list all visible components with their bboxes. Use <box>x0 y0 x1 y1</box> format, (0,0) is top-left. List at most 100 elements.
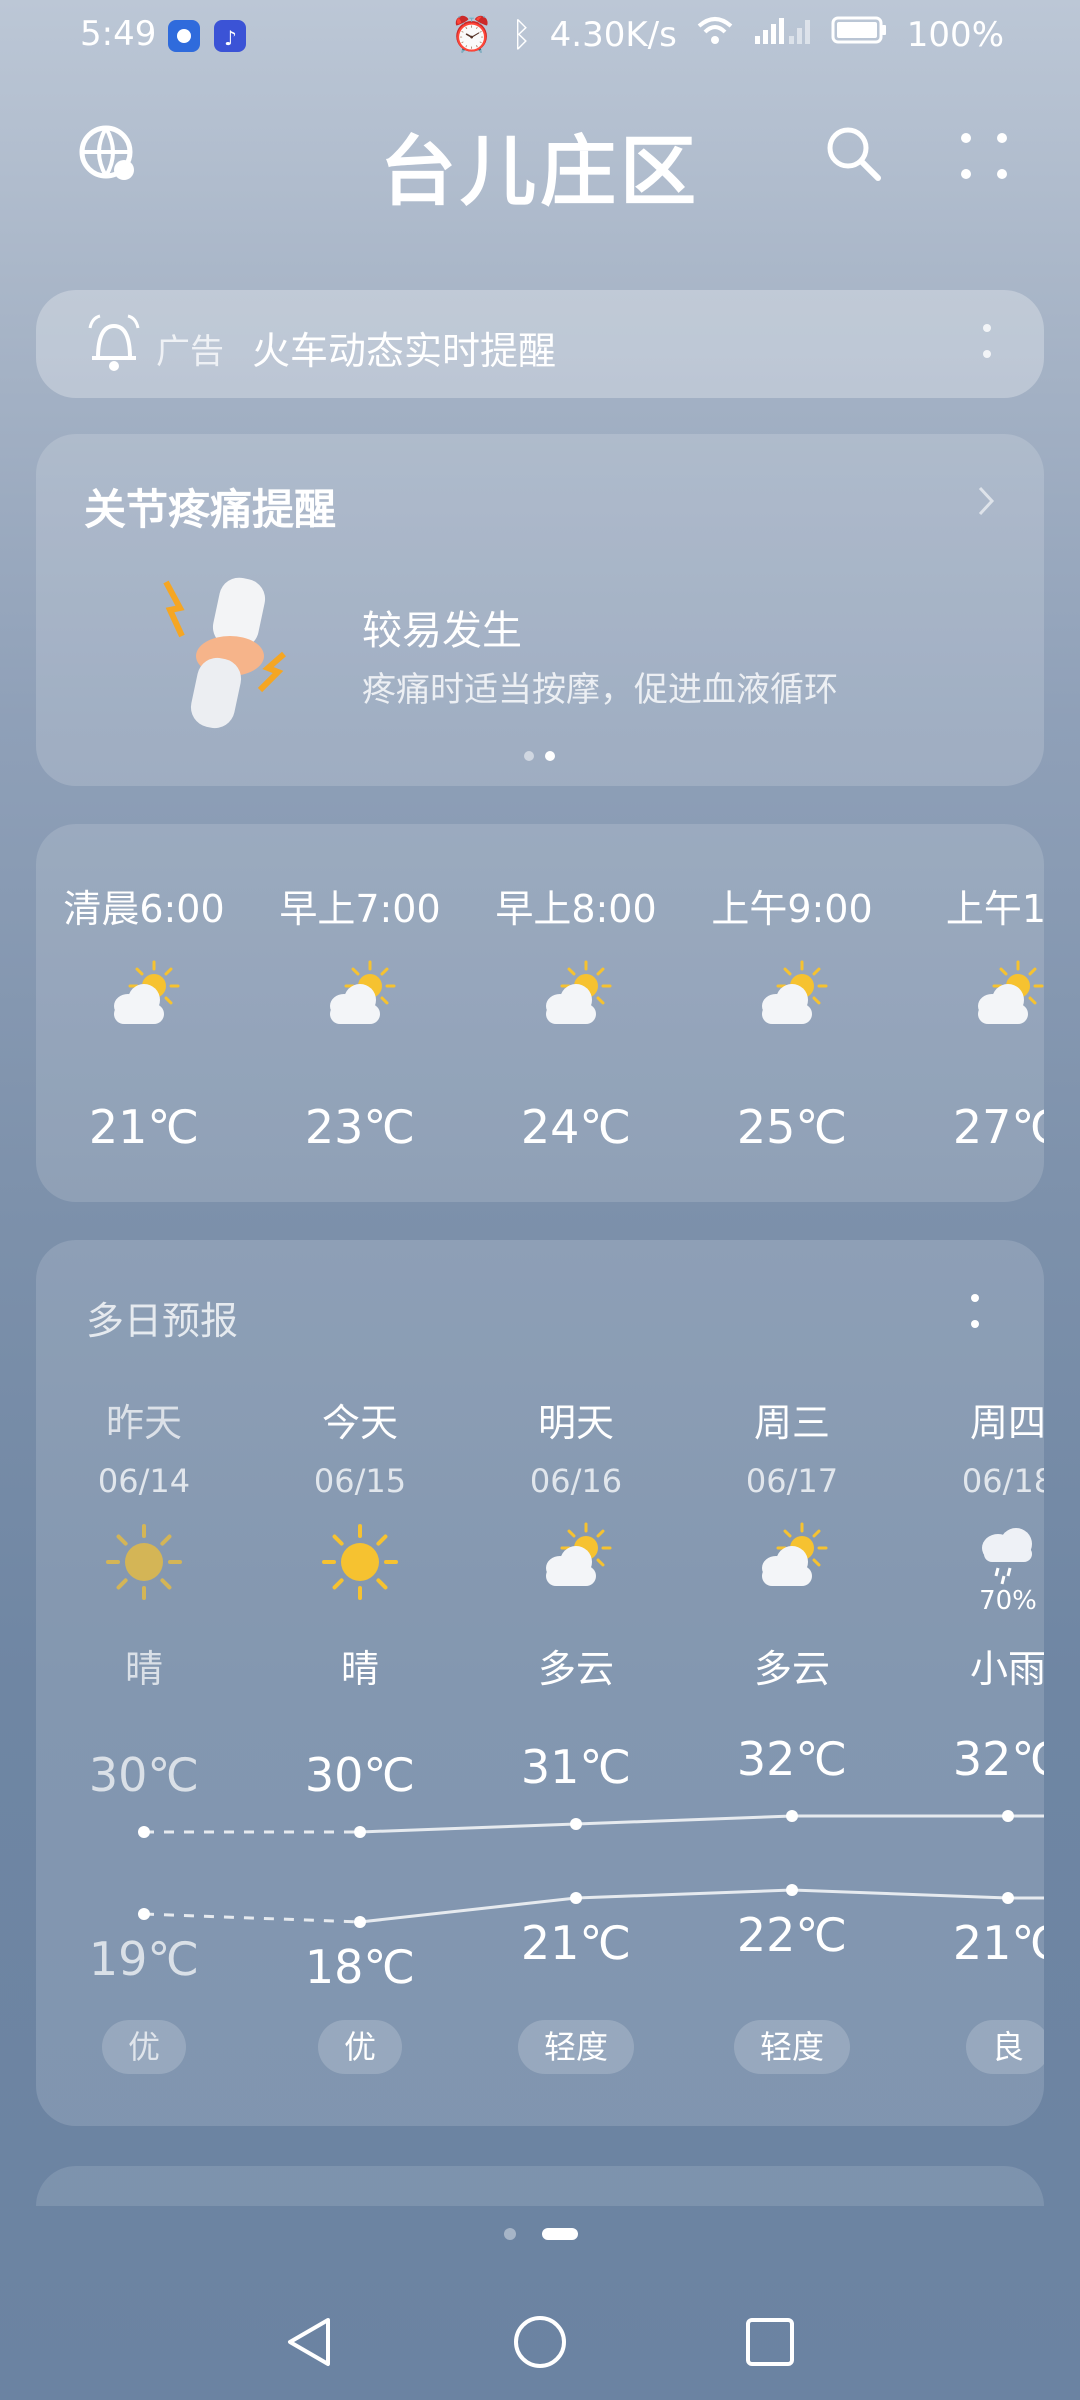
high_val-curve-segment <box>575 1814 793 1826</box>
partly-cloudy-icon <box>468 1522 684 1596</box>
alarm-icon: ⏰ <box>450 14 494 55</box>
hour-time: 早上8:00 <box>495 887 657 931</box>
search-icon[interactable] <box>824 124 884 188</box>
hour-time: 上午10 <box>945 887 1044 931</box>
high_val-curve-segment <box>359 1822 577 1834</box>
day-low-temp: 19℃ <box>88 1932 200 1986</box>
day-condition: 晴 <box>124 1647 163 1691</box>
joint-title: 关节疼痛提醒 <box>84 485 337 534</box>
network-speed: 4.30K/s <box>549 14 677 55</box>
low_val-curve-segment <box>143 1912 361 1924</box>
partly-cloudy-icon <box>684 1522 900 1596</box>
rain-probability: 70% <box>979 1586 1037 1616</box>
day-name: 明天 <box>537 1401 614 1445</box>
recents-icon[interactable] <box>744 2316 796 2372</box>
day-date: 06/18 <box>961 1462 1044 1500</box>
ad-banner[interactable]: 广告 火车动态实时提醒 <box>36 290 1044 398</box>
wifi-icon <box>695 14 735 55</box>
aqi-badge-wrap: 优 <box>36 2020 252 2074</box>
hour-time: 上午9:00 <box>711 887 873 931</box>
hour-time: 清晨6:00 <box>63 887 225 931</box>
day-high-temp: 31℃ <box>520 1740 632 1794</box>
hour-temp: 25℃ <box>736 1100 848 1154</box>
day-high-temp: 32℃ <box>736 1732 848 1786</box>
battery-percent: 100% <box>906 14 1004 55</box>
svg-text:♪: ♪ <box>224 26 237 50</box>
daily-forecast-card[interactable]: 多日预报 昨天 06/14 晴 30℃ 19℃ 优今天 06/15 晴 30℃ 18℃ 优明天 06/… <box>36 1240 1044 2126</box>
high_val-point <box>570 1818 582 1830</box>
low_val-curve-segment <box>575 1888 793 1900</box>
city-title[interactable]: 台儿庄区 <box>0 110 1080 220</box>
day-high-temp: 32℃ <box>952 1732 1044 1786</box>
day-condition: 多云 <box>537 1647 614 1691</box>
aqi-badge: 优 <box>101 2020 186 2074</box>
joint-illustration-icon <box>132 572 322 736</box>
hour-time: 早上7:00 <box>279 887 441 931</box>
chevron-right-icon[interactable] <box>976 484 996 522</box>
home-icon[interactable] <box>512 2314 568 2374</box>
day-condition: 晴 <box>340 1647 379 1691</box>
hourly-forecast-card[interactable]: 清晨6:00 21℃ 早上7:00 23℃ 早上8:00 24℃ 上午9:00 25℃ 上午10… <box>36 824 1044 1202</box>
day-high-temp: 30℃ <box>88 1748 200 1802</box>
app-notification-icons: ♪ <box>166 18 256 63</box>
aqi-badge-wrap: 优 <box>252 2020 468 2074</box>
day-name: 今天 <box>321 1401 398 1445</box>
day-low-temp: 18℃ <box>304 1940 416 1994</box>
ad-tag: 广告 <box>156 332 224 372</box>
day-name: 周三 <box>753 1401 830 1445</box>
aqi-badge-wrap: 轻度 <box>468 2020 684 2074</box>
ad-more-icon[interactable] <box>982 320 992 368</box>
day-date: 06/17 <box>745 1462 839 1500</box>
joint-level: 较易发生 <box>362 608 522 654</box>
hour-temp: 27℃ <box>952 1100 1044 1154</box>
aqi-badge-wrap: 良 <box>900 2020 1044 2074</box>
sun-icon <box>252 1522 468 1606</box>
hour-temp: 21℃ <box>88 1100 200 1154</box>
signal-icon <box>753 14 813 55</box>
sun-icon <box>36 1522 252 1606</box>
partly-cloudy-icon <box>468 960 684 1034</box>
aqi-badge: 良 <box>965 2020 1044 2074</box>
more-icon[interactable] <box>958 130 1012 188</box>
partly-cloudy-icon <box>252 960 468 1034</box>
battery-icon <box>831 14 889 55</box>
ad-text[interactable]: 火车动态实时提醒 <box>252 320 556 375</box>
day-low-temp: 22℃ <box>736 1908 848 1962</box>
rain-icon <box>900 1522 1044 1596</box>
high_val-point <box>786 1810 798 1822</box>
day-name: 昨天 <box>105 1401 182 1445</box>
partly-cloudy-icon <box>684 960 900 1034</box>
notification-icons: ♪ <box>168 20 246 52</box>
hour-temp: 23℃ <box>304 1100 416 1154</box>
next-card-peek[interactable] <box>36 2166 1044 2206</box>
low_val-point <box>354 1916 366 1928</box>
low_val-point <box>138 1908 150 1920</box>
day-condition: 多云 <box>753 1647 830 1691</box>
high_val-point <box>354 1826 366 1838</box>
hour-temp: 24℃ <box>520 1100 632 1154</box>
page-indicator <box>500 2224 580 2248</box>
day-date: 06/16 <box>529 1462 623 1500</box>
day-condition: 小雨 <box>969 1647 1044 1691</box>
day-date: 06/14 <box>97 1462 191 1500</box>
carousel-dots <box>522 748 562 767</box>
low_val-curve-segment <box>791 1888 1009 1900</box>
high_val-point <box>1002 1810 1014 1822</box>
high_val-point <box>138 1826 150 1838</box>
day-low-temp: 21℃ <box>952 1916 1044 1970</box>
low_val-point <box>1002 1892 1014 1904</box>
day-low-temp: 21℃ <box>520 1916 632 1970</box>
day-name: 周四 <box>969 1401 1044 1445</box>
joint-pain-card[interactable]: 关节疼痛提醒 较易发生 疼痛时适当按摩，促进血液循环 <box>36 434 1044 786</box>
aqi-badge: 优 <box>317 2020 402 2074</box>
back-icon[interactable] <box>282 2314 336 2374</box>
partly-cloudy-icon <box>36 960 252 1034</box>
low_val-point <box>570 1892 582 1904</box>
low_val-point <box>786 1884 798 1896</box>
partly-cloudy-icon <box>900 960 1044 1034</box>
status-right: ⏰ ᛒ 4.30K/s 100% <box>451 14 1004 55</box>
joint-tip: 疼痛时适当按摩，促进血液循环 <box>362 670 838 710</box>
aqi-badge: 轻度 <box>517 2020 634 2074</box>
aqi-badge-wrap: 轻度 <box>684 2020 900 2074</box>
bell-icon <box>86 314 142 378</box>
